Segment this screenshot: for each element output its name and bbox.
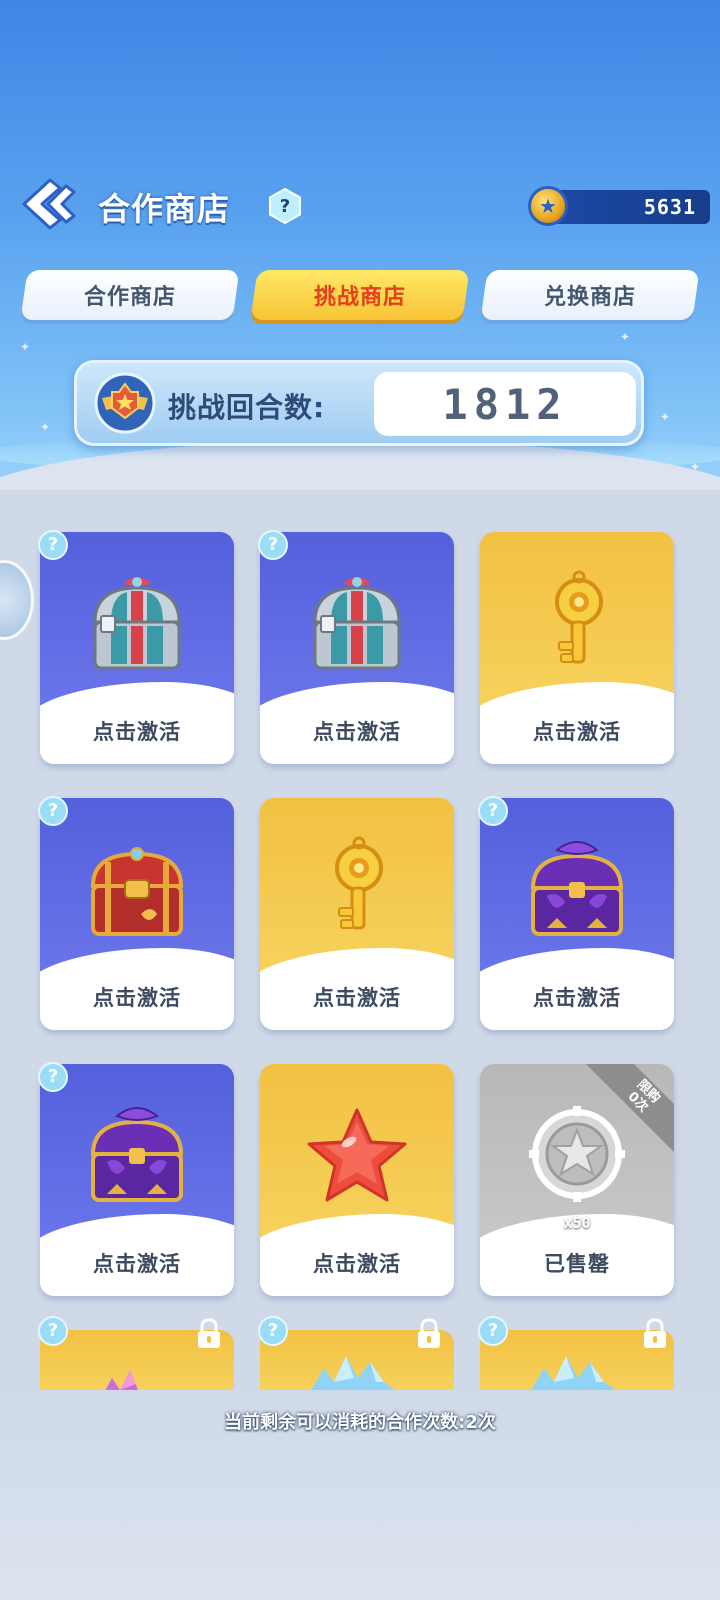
challenge-rounds-value: 1812 [442, 379, 568, 429]
item-help-icon[interactable]: ? [38, 796, 68, 826]
golden-key-icon [335, 836, 383, 930]
silver-star-coin-icon [529, 1106, 625, 1202]
remaining-cooperation-count: 当前剩余可以消耗的合作次数:2次 [224, 1412, 496, 1433]
shop-item-card[interactable]: 点击激活 [480, 798, 674, 1030]
lock-icon [418, 1318, 440, 1348]
star-coin-icon: ★ [528, 186, 568, 226]
item-action-label: 点击激活 [313, 986, 401, 1010]
item-help-icon[interactable]: ? [258, 1316, 288, 1346]
tab-label: 兑换商店 [543, 285, 636, 310]
currency-value: 5631 [643, 195, 696, 219]
item-action-label: 点击激活 [533, 720, 621, 744]
star-wings-emblem-icon [94, 372, 156, 434]
back-button[interactable] [16, 176, 78, 232]
item-help-icon[interactable]: ? [38, 1316, 68, 1346]
tab-label: 挑战商店 [313, 285, 406, 310]
page-title: 合作商店 [98, 190, 231, 228]
crystal-item-icon [531, 1356, 616, 1390]
item-help-icon[interactable]: ? [478, 796, 508, 826]
tab-label: 合作商店 [83, 285, 176, 310]
tab-exchange-shop[interactable]: 兑换商店 [480, 270, 700, 320]
crystal-item-icon [105, 1370, 138, 1390]
help-icon-label: ? [279, 195, 291, 217]
shop-item-grid: 点击激活 ? 点击激活 ? 点击激活 点击激活 ? 点击激活 点击激活 ? 点击… [0, 490, 720, 1400]
item-action-label: 点击激活 [93, 720, 181, 744]
item-action-label: 点击激活 [533, 986, 621, 1010]
shop-item-card[interactable]: 点击激活 [40, 532, 234, 764]
item-action-label: 点击激活 [93, 986, 181, 1010]
tab-challenge-shop[interactable]: 挑战商店 [250, 270, 470, 320]
golden-key-icon [555, 570, 603, 664]
shop-item-card[interactable]: 点击激活 [260, 798, 454, 1030]
red-chest-icon [90, 847, 184, 936]
purple-chest-icon [530, 841, 624, 936]
help-button[interactable]: ? [268, 188, 302, 224]
item-help-icon[interactable]: ? [38, 1062, 68, 1092]
challenge-rounds-value-box: 1812 [374, 372, 636, 436]
crystal-item-icon [311, 1356, 396, 1390]
item-action-label: 点击激活 [313, 1252, 401, 1276]
purple-chest-icon [90, 1107, 184, 1202]
lock-icon [644, 1318, 666, 1348]
shop-item-card[interactable]: 点击激活 [260, 1064, 454, 1296]
shop-item-card[interactable]: 点击激活 [480, 532, 674, 764]
item-sold-out-label: 已售罄 [544, 1252, 610, 1276]
item-help-icon[interactable]: ? [478, 1316, 508, 1346]
item-help-icon[interactable]: ? [38, 530, 68, 560]
shop-item-card-sold-out: x50 限购 0次 已售罄 [480, 1064, 674, 1296]
silver-chest-icon [313, 577, 401, 670]
item-action-label: 点击激活 [313, 720, 401, 744]
item-action-label: 点击激活 [93, 1252, 181, 1276]
item-help-icon[interactable]: ? [258, 530, 288, 560]
challenge-rounds-label: 挑战回合数: [168, 391, 326, 424]
shop-item-card[interactable]: 点击激活 [260, 532, 454, 764]
shop-item-card[interactable]: 点击激活 [40, 798, 234, 1030]
shop-item-card[interactable]: 点击激活 [40, 1064, 234, 1296]
back-arrow-icon [22, 178, 76, 230]
tab-cooperation-shop[interactable]: 合作商店 [20, 270, 240, 320]
item-quantity: x50 [563, 1214, 591, 1232]
red-star-icon [307, 1108, 407, 1202]
silver-chest-icon [93, 577, 181, 670]
lock-icon [198, 1318, 220, 1348]
